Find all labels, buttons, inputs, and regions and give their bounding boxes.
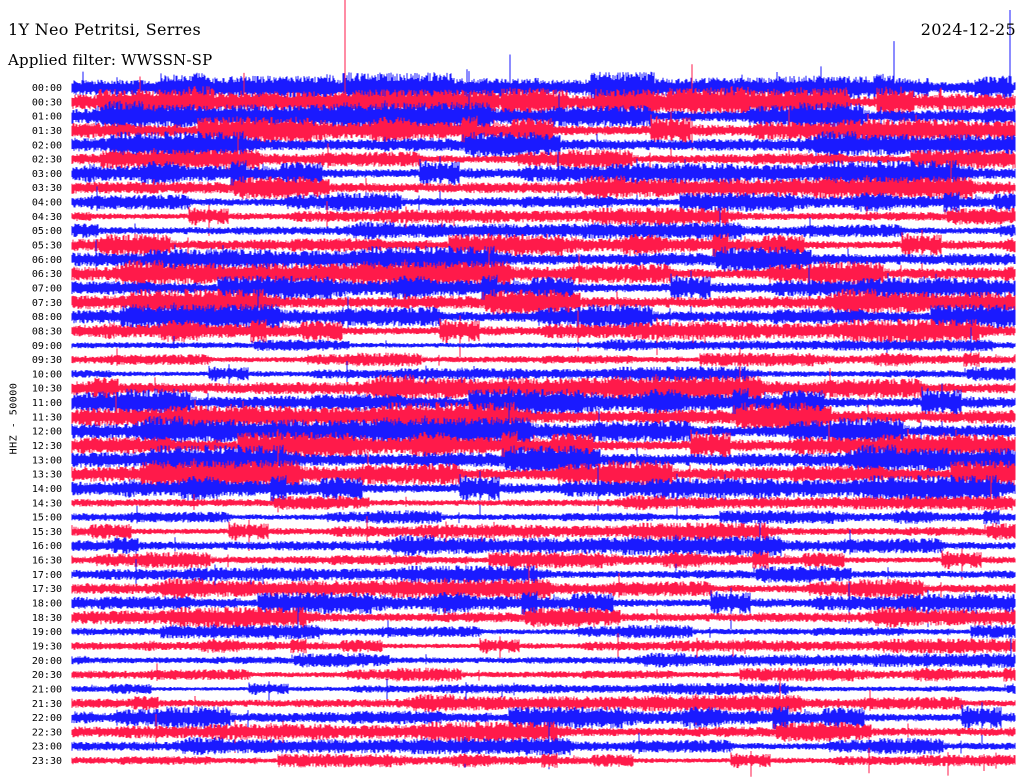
time-label: 16:30 xyxy=(32,556,62,567)
time-label: 21:30 xyxy=(32,699,62,710)
time-label: 17:00 xyxy=(32,570,62,581)
trace-group xyxy=(71,0,1016,777)
time-label: 11:30 xyxy=(32,412,62,423)
time-label: 07:00 xyxy=(32,284,62,295)
time-label: 00:00 xyxy=(32,83,62,94)
seismogram-page: 00:00 00:30 01:00 01:30 02:00 02:30 03:00 03:30… xyxy=(0,0,1024,780)
time-label: 13:00 xyxy=(32,455,62,466)
time-label: 19:00 xyxy=(32,627,62,638)
time-label: 14:30 xyxy=(32,498,62,509)
time-label: 14:00 xyxy=(32,484,62,495)
station-title: 1Y Neo Petritsi, Serres xyxy=(8,20,201,39)
time-label: 22:30 xyxy=(32,727,62,738)
time-label: 09:00 xyxy=(32,341,62,352)
time-label: 18:30 xyxy=(32,613,62,624)
seismogram-plot: 00:00 00:30 01:00 01:30 02:00 02:30 03:00 03:30… xyxy=(32,0,1016,777)
time-label: 12:30 xyxy=(32,441,62,452)
y-axis-label: HHZ - 50000 xyxy=(8,382,20,455)
time-label: 09:30 xyxy=(32,355,62,366)
time-label: 05:30 xyxy=(32,241,62,252)
time-label: 05:00 xyxy=(32,226,62,237)
time-label: 17:30 xyxy=(32,584,62,595)
trace-1830 xyxy=(71,606,1016,628)
time-label: 07:30 xyxy=(32,298,62,309)
time-label: 19:30 xyxy=(32,642,62,653)
time-label: 15:00 xyxy=(32,513,62,524)
time-label: 12:00 xyxy=(32,427,62,438)
time-label: 01:30 xyxy=(32,126,62,137)
time-label: 10:30 xyxy=(32,384,62,395)
time-label: 03:00 xyxy=(32,169,62,180)
time-label: 06:00 xyxy=(32,255,62,266)
time-label: 04:30 xyxy=(32,212,62,223)
filter-label: Applied filter: WWSSN-SP xyxy=(8,51,213,69)
time-label: 21:00 xyxy=(32,684,62,695)
time-label: 22:00 xyxy=(32,713,62,724)
time-label: 23:30 xyxy=(32,756,62,767)
trace-0930 xyxy=(71,348,1016,367)
time-label: 06:30 xyxy=(32,269,62,280)
time-label: 08:00 xyxy=(32,312,62,323)
time-label: 23:00 xyxy=(32,742,62,753)
time-label-group: 00:00 00:30 01:00 01:30 02:00 02:30 03:00 03:30… xyxy=(32,83,62,767)
time-label: 20:30 xyxy=(32,670,62,681)
time-label: 01:00 xyxy=(32,112,62,123)
time-label: 16:00 xyxy=(32,541,62,552)
time-label: 13:30 xyxy=(32,470,62,481)
time-label: 03:30 xyxy=(32,183,62,194)
time-label: 11:00 xyxy=(32,398,62,409)
time-label: 02:00 xyxy=(32,140,62,151)
time-label: 02:30 xyxy=(32,155,62,166)
time-label: 20:00 xyxy=(32,656,62,667)
time-label: 10:00 xyxy=(32,369,62,380)
time-label: 18:00 xyxy=(32,599,62,610)
time-label: 15:30 xyxy=(32,527,62,538)
time-label: 08:30 xyxy=(32,326,62,337)
time-label: 04:00 xyxy=(32,198,62,209)
time-label: 00:30 xyxy=(32,97,62,108)
record-date: 2024-12-25 xyxy=(920,20,1016,39)
